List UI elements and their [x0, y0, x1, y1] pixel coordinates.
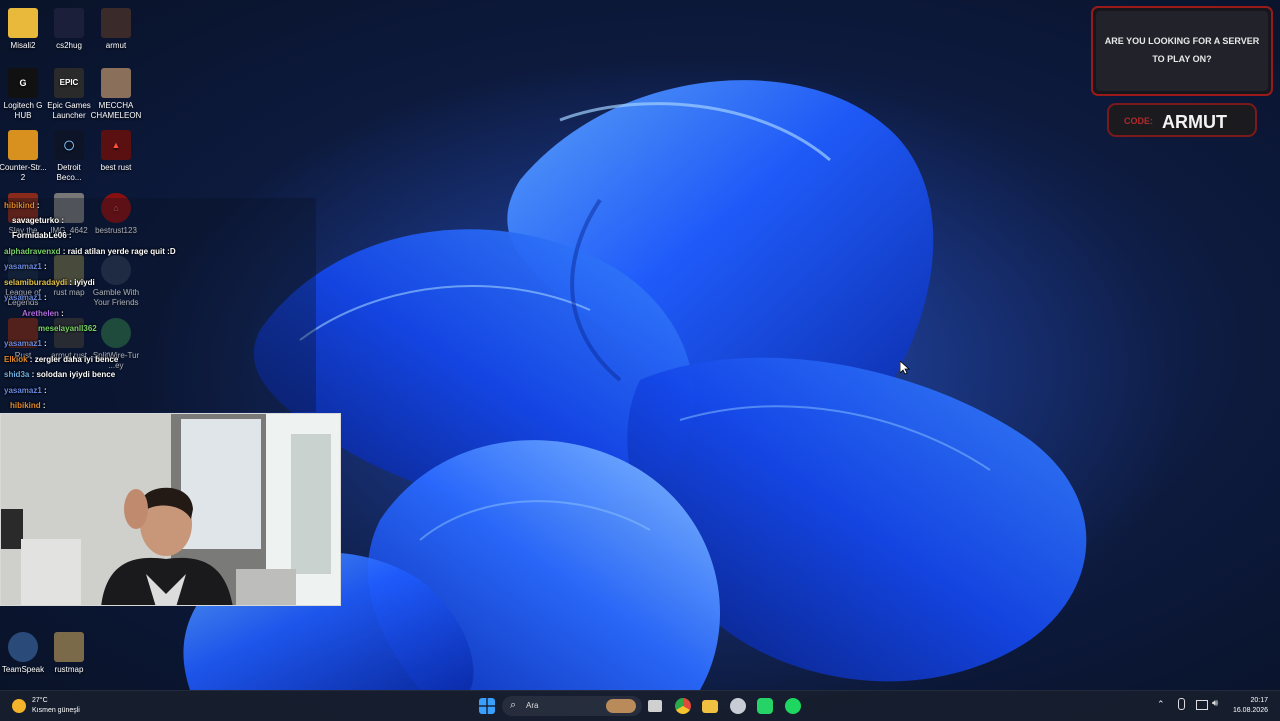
epic-games-icon: EPIC [54, 68, 84, 98]
search-icon: ⌕ [510, 699, 517, 711]
chat-message: selamiburadaydi : iyiydi [4, 278, 95, 287]
weather-temp: 27°C [32, 697, 48, 704]
search-highlight-icon [606, 699, 636, 713]
chat-username: hibikind [10, 401, 41, 410]
armut-avatar-icon [101, 8, 131, 38]
desktop-icon-rustmap[interactable]: rustmap [41, 632, 97, 675]
chat-message: shid3a : solodan iyiydi bence [4, 370, 116, 379]
meccha-chameleon-icon [101, 68, 131, 98]
desktop-icon-best-rust[interactable]: ▲ best rust [88, 130, 144, 173]
taskbar: 27°C Kısmen güneşli ⌕ Ara ⌃ 🔊︎ 20:17 16.… [0, 690, 1280, 721]
clock-date[interactable]: 16.08.2026 [1220, 707, 1268, 714]
stream-chat-overlay: hibikind : savageturko : FormidabLe06 : … [0, 198, 316, 412]
logitech-g-icon: G [8, 68, 38, 98]
microphone-icon[interactable] [1178, 698, 1185, 710]
chat-username: selamiburadaydi [4, 278, 68, 287]
desktop-icon-armut[interactable]: armut [88, 8, 144, 51]
ad-code-label: CODE: [1124, 116, 1153, 126]
mouse-cursor-icon [900, 361, 910, 375]
volume-icon[interactable]: 🔊︎ [1212, 698, 1218, 709]
chat-username: yasamaz1 [4, 386, 42, 395]
chat-message: savageturko : [12, 216, 65, 225]
folder-icon [8, 8, 38, 38]
desktop-icon-meccha-chameleon[interactable]: MECCHA CHAMELEON [88, 68, 144, 121]
weather-widget[interactable]: 27°C Kısmen güneşli [10, 695, 90, 717]
ad-headline-line1: ARE YOU LOOKING FOR A SERVER [1104, 36, 1260, 46]
clock-time[interactable]: 20:17 [1230, 697, 1268, 704]
weather-desc: Kısmen güneşli [32, 707, 80, 714]
webcam-scene [1, 414, 340, 605]
windows-start-icon[interactable] [479, 698, 495, 714]
sun-icon [12, 699, 26, 713]
best-rust-icon: ▲ [101, 130, 131, 160]
chrome-icon[interactable] [675, 698, 691, 714]
detroit-become-icon: ○ [54, 130, 84, 160]
chat-username: yasamaz1 [4, 293, 42, 302]
server-ad-banner: ARE YOU LOOKING FOR A SERVER TO PLAY ON?… [1090, 6, 1274, 142]
teamspeak-icon [8, 632, 38, 662]
chat-message: FormidabLe06 : [12, 231, 72, 240]
chat-message: Arethelen : [22, 309, 64, 318]
chat-username: alphadravenxd [4, 247, 61, 256]
chat-message: alphadravenxd : raid atilan yerde rage q… [4, 247, 176, 256]
chat-username: yasamaz1 [4, 339, 42, 348]
chat-username: hibikind [4, 201, 35, 210]
ad-code-value: ARMUT [1162, 112, 1227, 132]
chat-message: yasamaz1 : [4, 386, 47, 395]
chat-message: hibikind : [10, 401, 46, 410]
counter-strike-icon [8, 130, 38, 160]
chat-username: Arethelen [22, 309, 59, 318]
tray-overflow-chevron-icon[interactable]: ⌃ [1157, 699, 1165, 710]
chat-message: yasamaz1 : [4, 262, 47, 271]
taskbar-search[interactable]: ⌕ Ara [502, 696, 642, 716]
spotify-icon[interactable] [785, 698, 801, 714]
file-explorer-icon[interactable] [702, 700, 718, 713]
chat-username: savageturko [12, 216, 60, 225]
task-view-icon[interactable] [648, 700, 662, 712]
chat-message: meselayanll362 [38, 324, 97, 333]
chat-message: hibikind : [4, 201, 40, 210]
chat-message: yasamaz1 : [4, 293, 47, 302]
rustmap-icon [54, 632, 84, 662]
webcam-overlay [0, 413, 341, 606]
chat-username: shid3a [4, 370, 30, 379]
chat-username: yasamaz1 [4, 262, 42, 271]
chat-message: Elkiok : zergler daha iyi bence [4, 355, 119, 364]
chat-username: Elkiok [4, 355, 28, 364]
search-placeholder: Ara [526, 701, 539, 710]
chat-username: FormidabLe06 [12, 231, 67, 240]
steam-icon[interactable] [730, 698, 746, 714]
cs2hug-icon [54, 8, 84, 38]
ad-headline-line2: TO PLAY ON? [1152, 54, 1212, 64]
network-icon[interactable] [1196, 700, 1208, 710]
whatsapp-icon[interactable] [757, 698, 773, 714]
chat-username: meselayanll362 [38, 324, 97, 333]
chat-message: yasamaz1 : [4, 339, 47, 348]
